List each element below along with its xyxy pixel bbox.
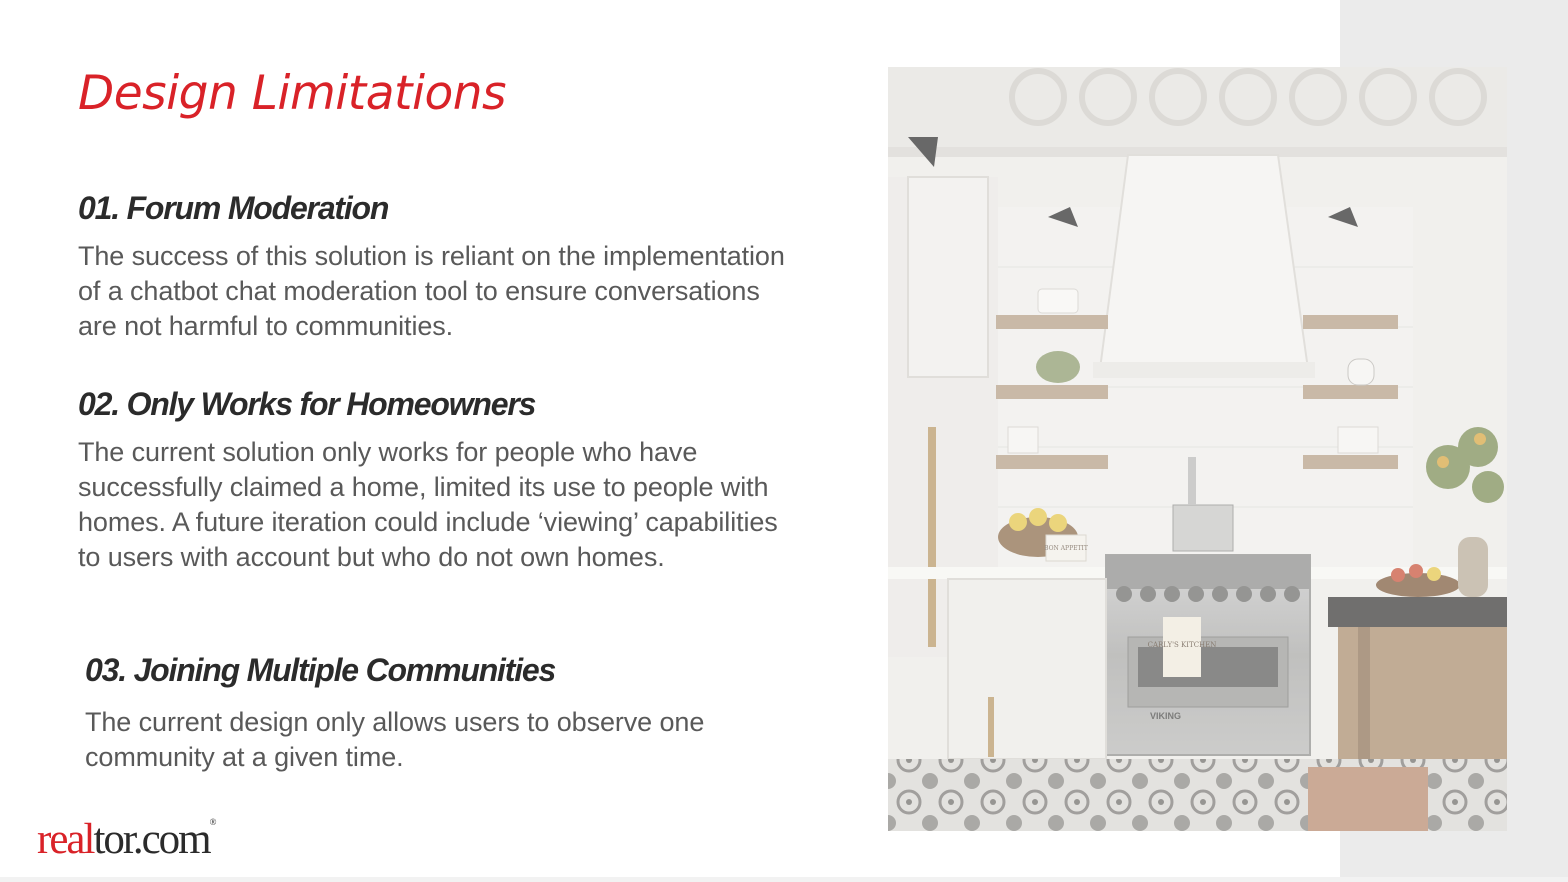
limitation-section-1: 01. Forum Moderation The success of this… xyxy=(78,190,798,344)
section-body: The current design only allows users to … xyxy=(85,707,705,772)
section-heading: 01. Forum Moderation xyxy=(78,190,389,226)
section-body: The success of this solution is reliant … xyxy=(78,241,785,341)
kitchen-photo: CARLY'S KITCHEN VIKING BON APPETIT xyxy=(888,67,1507,831)
section-body: The current solution only works for peop… xyxy=(78,437,778,572)
bottom-strip xyxy=(0,877,1568,882)
section-heading: 02. Only Works for Homeowners xyxy=(78,386,536,422)
registered-mark: ® xyxy=(209,817,217,827)
limitation-section-2: 02. Only Works for Homeowners The curren… xyxy=(78,386,798,575)
page-title: Design Limitations xyxy=(78,66,507,121)
limitation-section-3: 03. Joining Multiple Communities The cur… xyxy=(85,652,785,775)
logo-text-red: real xyxy=(37,816,95,863)
section-heading: 03. Joining Multiple Communities xyxy=(85,652,556,688)
logo-text-dark: tor.com xyxy=(93,816,211,863)
realtor-logo: realtor.com® xyxy=(37,816,217,863)
